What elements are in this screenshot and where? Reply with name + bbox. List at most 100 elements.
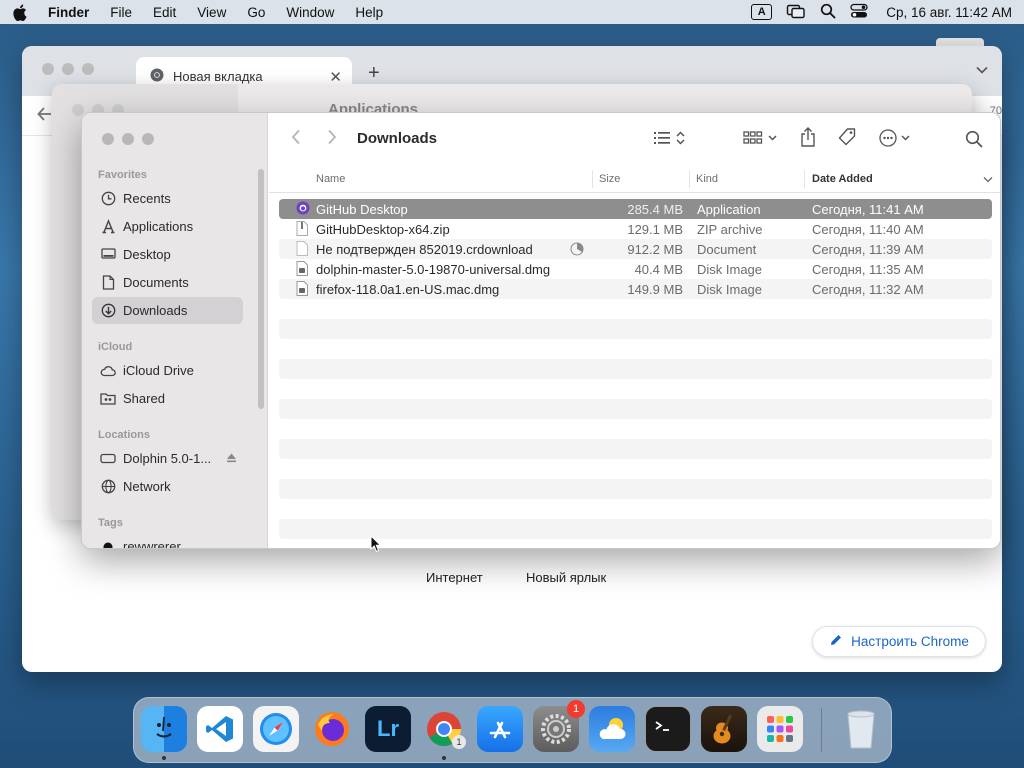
sidebar-item-tag[interactable]: rewwrerer bbox=[92, 533, 243, 549]
shortcut-internet[interactable]: Интернет bbox=[426, 570, 483, 585]
file-list-header: Name Size Kind Date Added bbox=[269, 165, 1000, 193]
chrome-close-button[interactable] bbox=[42, 63, 54, 75]
dock-system-settings-icon[interactable]: 1 bbox=[533, 700, 585, 752]
input-source-icon[interactable]: A bbox=[751, 4, 773, 20]
back-chevron-icon[interactable] bbox=[291, 129, 301, 148]
file-list: GitHub Desktop 285.4 MB Application Сего… bbox=[279, 199, 992, 548]
sidebar-item-recents[interactable]: Recents bbox=[92, 185, 243, 212]
more-actions-icon[interactable] bbox=[879, 128, 915, 148]
chevron-down-icon[interactable] bbox=[976, 62, 988, 77]
forward-chevron-icon[interactable] bbox=[327, 129, 337, 148]
file-size: 285.4 MB bbox=[627, 202, 683, 217]
dock-finder-icon[interactable] bbox=[141, 706, 187, 752]
dock-app-store-icon[interactable] bbox=[477, 706, 523, 752]
chrome-tab-close-icon[interactable]: ✕ bbox=[329, 68, 342, 86]
list-view-icon[interactable] bbox=[653, 128, 689, 148]
empty-row bbox=[279, 499, 992, 519]
dock-garageband-icon[interactable] bbox=[701, 706, 747, 752]
share-icon[interactable] bbox=[799, 126, 817, 148]
sidebar-section-icloud: iCloud bbox=[98, 341, 133, 353]
sidebar-item-shared[interactable]: Shared bbox=[92, 385, 243, 412]
column-date-added[interactable]: Date Added bbox=[812, 173, 873, 185]
file-row-crdownload[interactable]: Не подтвержден 852019.crdownload 912.2 M… bbox=[279, 239, 992, 259]
dock-trash-icon[interactable] bbox=[838, 706, 884, 752]
screen-mirroring-icon[interactable] bbox=[786, 3, 806, 22]
menu-file[interactable]: File bbox=[110, 5, 132, 20]
control-center-icon[interactable] bbox=[850, 3, 868, 22]
dock-terminal-icon[interactable] bbox=[645, 706, 691, 752]
sidebar-scrollbar[interactable] bbox=[258, 169, 264, 409]
file-name: GitHubDesktop-x64.zip bbox=[316, 222, 450, 237]
menu-edit[interactable]: Edit bbox=[153, 5, 176, 20]
sidebar-item-desktop[interactable]: Desktop bbox=[92, 241, 243, 268]
file-name: GitHub Desktop bbox=[316, 202, 408, 217]
file-row-github-zip[interactable]: GitHubDesktop-x64.zip 129.1 MB ZIP archi… bbox=[279, 219, 992, 239]
finder-minimize-button[interactable] bbox=[122, 133, 134, 145]
file-row-dolphin-dmg[interactable]: dolphin-master-5.0-19870-universal.dmg 4… bbox=[279, 259, 992, 279]
file-size: 912.2 MB bbox=[627, 242, 683, 257]
group-by-icon[interactable] bbox=[743, 128, 779, 148]
sidebar-item-downloads[interactable]: Downloads bbox=[92, 297, 243, 324]
tag-icon[interactable] bbox=[837, 127, 857, 147]
new-tab-icon[interactable]: + bbox=[368, 62, 380, 85]
sidebar-item-applications[interactable]: Applications bbox=[92, 213, 243, 240]
menu-go[interactable]: Go bbox=[247, 5, 265, 20]
chrome-tab-title: Новая вкладка bbox=[173, 69, 263, 84]
column-size[interactable]: Size bbox=[599, 173, 620, 185]
sort-chevron-icon[interactable] bbox=[983, 174, 993, 186]
sidebar-item-label: Applications bbox=[123, 219, 194, 234]
dock-launchpad-icon[interactable] bbox=[757, 706, 803, 752]
column-separator[interactable] bbox=[592, 170, 593, 188]
chrome-window-badge: 1 bbox=[452, 735, 466, 749]
menu-clock[interactable]: Ср, 16 авг. 11:42 AM bbox=[886, 5, 1012, 20]
eject-icon[interactable] bbox=[226, 451, 237, 466]
empty-row bbox=[279, 399, 992, 419]
column-separator[interactable] bbox=[804, 170, 805, 188]
sidebar-item-network[interactable]: Network bbox=[92, 473, 243, 500]
menu-help[interactable]: Help bbox=[355, 5, 383, 20]
disk-image-icon bbox=[296, 261, 309, 276]
file-row-github-desktop[interactable]: GitHub Desktop 285.4 MB Application Сего… bbox=[279, 199, 992, 219]
column-name[interactable]: Name bbox=[316, 173, 345, 185]
finder-toolbar: Downloads bbox=[269, 113, 1000, 165]
disk-image-icon bbox=[296, 281, 309, 296]
empty-row bbox=[279, 439, 992, 459]
menu-window[interactable]: Window bbox=[286, 5, 334, 20]
drive-icon bbox=[100, 451, 116, 467]
cloud-icon bbox=[100, 363, 116, 379]
menu-view[interactable]: View bbox=[197, 5, 226, 20]
shortcut-new[interactable]: Новый ярлык bbox=[526, 570, 606, 585]
sidebar-item-label: rewwrerer bbox=[123, 539, 181, 549]
sidebar-item-label: Recents bbox=[123, 191, 171, 206]
chrome-minimize-button[interactable] bbox=[62, 63, 74, 75]
dock-vscode-icon[interactable] bbox=[197, 706, 243, 752]
search-icon[interactable] bbox=[965, 130, 983, 148]
menu-bar: Finder File Edit View Go Window Help A С… bbox=[0, 0, 1024, 24]
column-kind[interactable]: Kind bbox=[696, 173, 718, 185]
sidebar-item-documents[interactable]: Documents bbox=[92, 269, 243, 296]
empty-row bbox=[279, 519, 992, 539]
customize-chrome-button[interactable]: Настроить Chrome bbox=[812, 626, 986, 657]
finder-close-button[interactable] bbox=[102, 133, 114, 145]
file-name: firefox-118.0a1.en-US.mac.dmg bbox=[316, 282, 500, 297]
notification-badge: 1 bbox=[567, 700, 585, 718]
chrome-zoom-button[interactable] bbox=[82, 63, 94, 75]
menu-app-name[interactable]: Finder bbox=[48, 5, 89, 20]
dock-firefox-icon[interactable] bbox=[309, 706, 355, 752]
download-progress-icon bbox=[570, 242, 584, 259]
sidebar-item-icloud-drive[interactable]: iCloud Drive bbox=[92, 357, 243, 384]
finder-zoom-button[interactable] bbox=[142, 133, 154, 145]
dock-chrome-icon[interactable]: 1 bbox=[421, 706, 467, 752]
column-separator[interactable] bbox=[689, 170, 690, 188]
file-kind: Application bbox=[697, 202, 761, 217]
file-row-firefox-dmg[interactable]: firefox-118.0a1.en-US.mac.dmg 149.9 MB D… bbox=[279, 279, 992, 299]
apple-menu-icon[interactable] bbox=[12, 4, 28, 21]
finder-window: Favorites Recents Applications Desktop D… bbox=[81, 112, 1001, 549]
dock-safari-icon[interactable] bbox=[253, 706, 299, 752]
spotlight-search-icon[interactable] bbox=[820, 3, 836, 22]
finder-sidebar: Favorites Recents Applications Desktop D… bbox=[82, 113, 268, 548]
dock-lightroom-icon[interactable]: Lr bbox=[365, 706, 411, 752]
dock-weather-icon[interactable] bbox=[589, 706, 635, 752]
sidebar-item-dolphin-volume[interactable]: Dolphin 5.0-1... bbox=[92, 445, 243, 472]
sidebar-section-favorites: Favorites bbox=[98, 169, 147, 181]
